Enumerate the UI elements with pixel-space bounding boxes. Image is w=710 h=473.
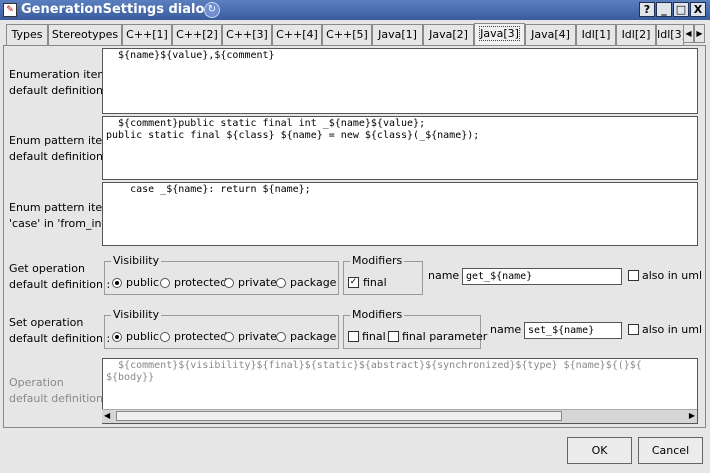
- get-final-checkbox[interactable]: ✓: [348, 277, 359, 288]
- app-icon: ✎: [3, 3, 17, 17]
- set-final-checkbox[interactable]: [348, 331, 359, 342]
- help-button[interactable]: ?: [639, 2, 655, 17]
- set-modifiers-legend: Modifiers: [350, 308, 405, 322]
- tab-bar: Types Stereotypes C++[1] C++[2] C++[3] C…: [6, 23, 706, 46]
- set-name-input[interactable]: set_${name}: [524, 322, 622, 339]
- tab-types[interactable]: Types: [6, 24, 48, 45]
- enum-pattern-item-label: Enum pattern item default definition :: [9, 133, 113, 165]
- enum-item-label-line1: Enumeration item: [9, 68, 109, 81]
- enum-pattern-item-label-line1: Enum pattern item: [9, 134, 113, 147]
- set-visibility-protected-radio[interactable]: [160, 332, 170, 342]
- get-visibility-package-radio[interactable]: [276, 278, 286, 288]
- set-also-in-uml-checkbox[interactable]: [628, 324, 639, 335]
- operation-label: Operation default definition :: [9, 375, 110, 407]
- get-visibility-public-label: public: [126, 276, 160, 289]
- set-visibility-public-radio[interactable]: [112, 332, 122, 342]
- set-operation-label-line1: Set operation: [9, 316, 84, 329]
- scroll-right-icon[interactable]: ▶: [689, 411, 695, 420]
- set-visibility-package-label: package: [290, 330, 337, 343]
- tab-cpp-3[interactable]: C++[3]: [222, 24, 272, 45]
- ok-button[interactable]: OK: [567, 437, 632, 464]
- get-also-in-uml-label: also in uml: [642, 269, 703, 282]
- tab-java-1[interactable]: Java[1]: [372, 24, 423, 45]
- tab-idl-2[interactable]: Idl[2]: [616, 24, 656, 45]
- tab-java-4[interactable]: Java[4]: [525, 24, 576, 45]
- minimize-button[interactable]: _: [656, 2, 672, 17]
- enum-pattern-case-textarea[interactable]: case _${name}: return ${name};: [102, 182, 698, 246]
- tab-scroll-right-icon[interactable]: ▶: [694, 24, 705, 43]
- tab-scroll-left-icon[interactable]: ◀: [683, 24, 694, 43]
- enum-item-label-line2: default definition :: [9, 84, 111, 97]
- enum-item-label: Enumeration item default definition :: [9, 67, 110, 99]
- get-name-label: name :: [428, 269, 467, 282]
- tab-idl-3[interactable]: Idl[3]: [656, 24, 684, 45]
- set-final-parameter-label: final parameter: [402, 330, 488, 343]
- set-visibility-private-radio[interactable]: [224, 332, 234, 342]
- get-name-input[interactable]: get_${name}: [462, 268, 622, 285]
- get-visibility-protected-label: protected: [174, 276, 228, 289]
- get-visibility-private-radio[interactable]: [224, 278, 234, 288]
- tab-java-3[interactable]: Java[3]: [474, 23, 525, 46]
- operation-label-line1: Operation: [9, 376, 64, 389]
- set-operation-label: Set operation default definition :: [9, 315, 110, 347]
- enum-pattern-case-label: Enum pattern item 'case' in 'from_int' :: [9, 200, 116, 232]
- get-also-in-uml-checkbox[interactable]: [628, 270, 639, 281]
- tab-cpp-2[interactable]: C++[2]: [172, 24, 222, 45]
- operation-horizontal-scrollbar[interactable]: ◀ ▶: [102, 409, 697, 423]
- tab-cpp-4[interactable]: C++[4]: [272, 24, 322, 45]
- tab-cpp-5[interactable]: C++[5]: [322, 24, 372, 45]
- pin-icon[interactable]: ↻: [204, 2, 220, 18]
- get-modifiers-legend: Modifiers: [350, 254, 405, 268]
- set-visibility-package-radio[interactable]: [276, 332, 286, 342]
- get-visibility-legend: Visibility: [111, 254, 162, 268]
- enum-pattern-item-definition-textarea[interactable]: ${comment}public static final int _${nam…: [102, 116, 698, 180]
- cancel-button[interactable]: Cancel: [638, 437, 703, 464]
- set-visibility-legend: Visibility: [111, 308, 162, 322]
- tab-cpp-1[interactable]: C++[1]: [122, 24, 172, 45]
- window-title: GenerationSettings dialog: [21, 2, 214, 17]
- get-operation-label-line2: default definition :: [9, 278, 111, 291]
- enum-pattern-item-label-line2: default definition :: [9, 150, 111, 163]
- tab-java-2[interactable]: Java[2]: [423, 24, 474, 45]
- operation-label-line2: default definition :: [9, 392, 111, 405]
- title-bar: ✎ GenerationSettings dialog ↻ ? _ □ X: [0, 0, 710, 20]
- set-visibility-private-label: private: [238, 330, 277, 343]
- get-visibility-protected-radio[interactable]: [160, 278, 170, 288]
- get-final-label: final: [363, 276, 387, 289]
- set-visibility-protected-label: protected: [174, 330, 228, 343]
- get-visibility-package-label: package: [290, 276, 337, 289]
- enum-item-definition-textarea[interactable]: ${name}${value},${comment}: [102, 48, 698, 114]
- close-button[interactable]: X: [690, 2, 706, 17]
- set-also-in-uml-label: also in uml: [642, 323, 703, 336]
- enum-pattern-case-label-line1: Enum pattern item: [9, 201, 113, 214]
- set-final-parameter-checkbox[interactable]: [388, 331, 399, 342]
- set-final-label: final: [362, 330, 386, 343]
- get-visibility-private-label: private: [238, 276, 277, 289]
- maximize-button[interactable]: □: [673, 2, 689, 17]
- tab-java-3-label: Java[3]: [479, 26, 520, 41]
- enum-pattern-case-label-line2: 'case' in 'from_int' :: [9, 217, 117, 230]
- get-operation-label-line1: Get operation: [9, 262, 85, 275]
- set-visibility-public-label: public: [126, 330, 160, 343]
- set-name-label: name :: [490, 323, 529, 336]
- get-operation-label: Get operation default definition :: [9, 261, 110, 293]
- get-visibility-public-radio[interactable]: [112, 278, 122, 288]
- scroll-left-icon[interactable]: ◀: [104, 411, 110, 420]
- set-operation-label-line2: default definition :: [9, 332, 111, 345]
- tab-stereotypes[interactable]: Stereotypes: [48, 24, 122, 45]
- scrollbar-thumb[interactable]: [116, 411, 562, 421]
- tab-idl-1[interactable]: Idl[1]: [576, 24, 616, 45]
